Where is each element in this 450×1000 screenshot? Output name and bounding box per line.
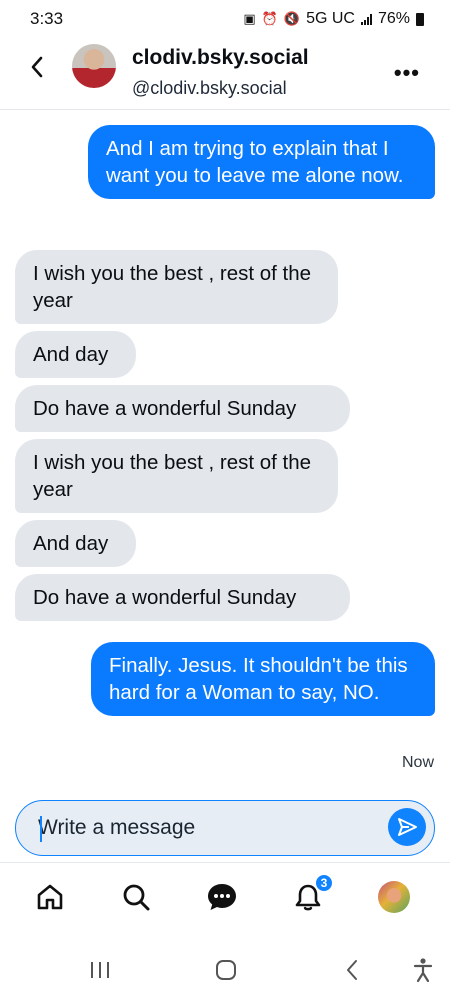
message-timestamp: Now: [401, 754, 434, 771]
accessibility-icon: [413, 958, 433, 983]
message-input[interactable]: [38, 813, 378, 843]
tab-search[interactable]: [118, 879, 154, 915]
conversation-header: clodiv.bsky.social @clodiv.bsky.social •…: [0, 38, 450, 110]
home-icon: [37, 884, 63, 910]
message-composer[interactable]: [15, 800, 435, 856]
message-list[interactable]: And I am trying to explain that I want y…: [0, 110, 450, 790]
contact-avatar[interactable]: [72, 44, 116, 88]
bottom-tab-bar: 3: [0, 862, 450, 938]
nav-back-icon: [347, 960, 357, 980]
status-time: 3:33: [30, 9, 64, 28]
tab-profile[interactable]: [376, 879, 412, 915]
message-bubble[interactable]: And day: [15, 520, 136, 567]
search-icon: [123, 884, 150, 911]
battery-icon: [416, 12, 424, 26]
status-indicators: ▣ ⏰ 🔇 5G UC 76%: [243, 10, 424, 28]
home-system-button[interactable]: [212, 956, 240, 984]
back-button[interactable]: [24, 52, 50, 82]
contact-display-name[interactable]: clodiv.bsky.social: [132, 46, 309, 70]
message-bubble[interactable]: And I am trying to explain that I want y…: [88, 125, 435, 199]
message-bubble[interactable]: Finally. Jesus. It shouldn't be this har…: [91, 642, 435, 716]
alarm-icon: ⏰: [261, 11, 278, 26]
data-saver-icon: ▣: [243, 11, 256, 26]
message-bubble[interactable]: And day: [15, 331, 136, 378]
network-label: 5G UC: [306, 10, 355, 27]
mute-icon: 🔇: [283, 11, 301, 26]
notification-count-badge: 3: [314, 873, 334, 893]
send-icon: [398, 818, 417, 836]
message-bubble[interactable]: Do have a wonderful Sunday: [15, 574, 350, 621]
battery-percent: 76%: [377, 10, 410, 27]
more-options-button[interactable]: •••: [394, 60, 420, 86]
back-icon: [31, 56, 43, 78]
text-cursor: [40, 816, 42, 842]
message-bubble[interactable]: I wish you the best , rest of the year: [15, 439, 338, 513]
chat-icon: [208, 884, 236, 910]
send-button[interactable]: [388, 808, 426, 846]
accessibility-button[interactable]: [410, 956, 436, 984]
message-bubble[interactable]: I wish you the best , rest of the year: [15, 250, 338, 324]
message-bubble[interactable]: Do have a wonderful Sunday: [15, 385, 350, 432]
home-pill-icon: [216, 960, 236, 980]
tab-notifications[interactable]: 3: [290, 873, 334, 915]
signal-icon: [360, 13, 372, 25]
tab-home[interactable]: [32, 879, 68, 915]
status-bar: 3:33 ▣ ⏰ 🔇 5G UC 76%: [0, 0, 450, 38]
recents-button[interactable]: [86, 956, 114, 984]
tab-chat[interactable]: [204, 879, 240, 915]
system-back-button[interactable]: [340, 956, 364, 984]
system-navigation-bar: [0, 940, 450, 1000]
recents-icon: [91, 962, 109, 978]
more-icon: •••: [393, 60, 420, 85]
contact-handle: @clodiv.bsky.social: [132, 78, 287, 98]
profile-avatar: [378, 881, 410, 913]
